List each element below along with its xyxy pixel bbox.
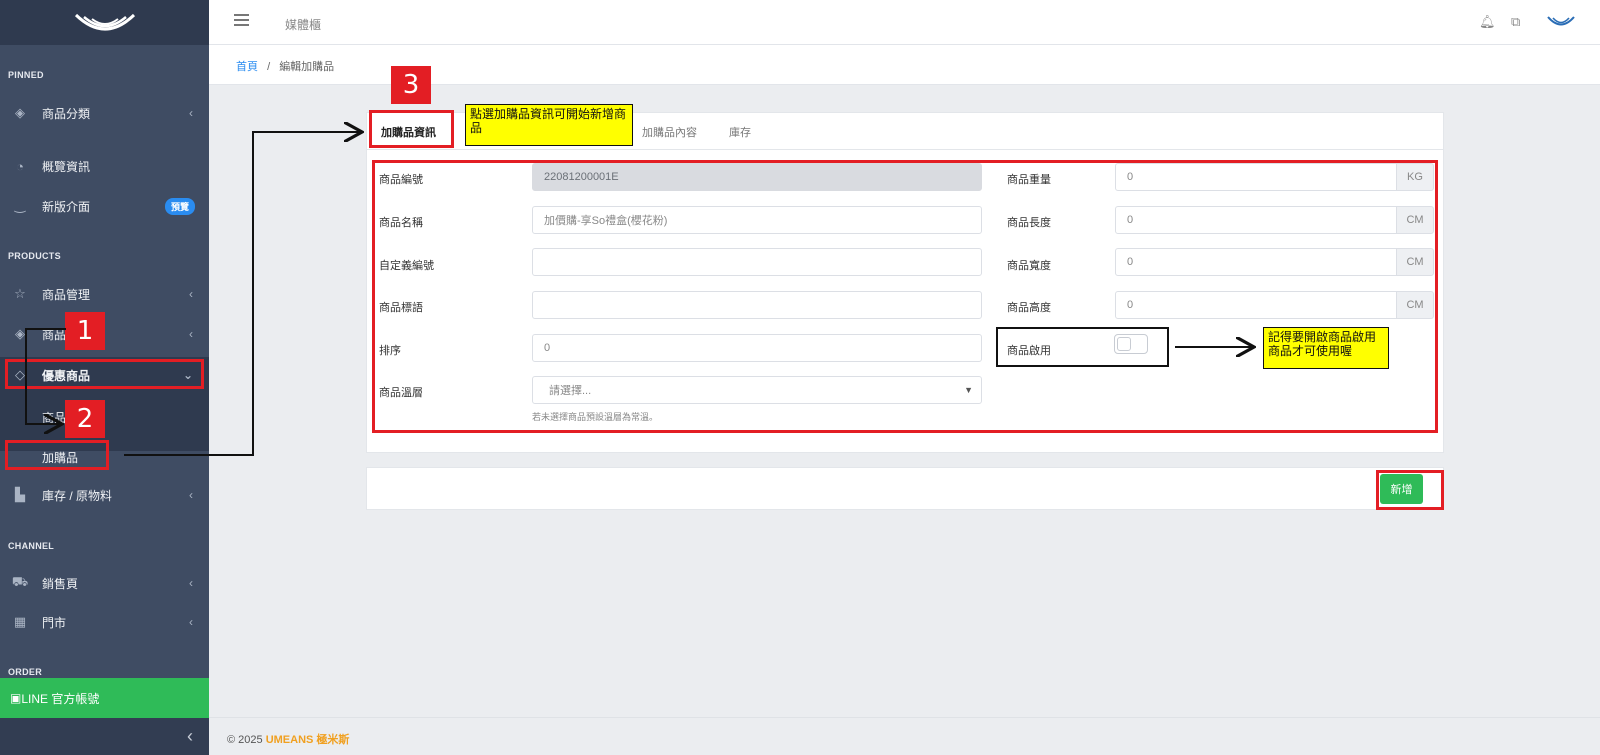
sidebar-item-label: 門市	[42, 615, 67, 630]
dashboard-icon: ◔	[16, 158, 24, 174]
sidebar-item-new-ui[interactable]: ‿ 新版介面 預覽	[0, 189, 209, 223]
tab-stock[interactable]: 庫存	[729, 124, 751, 140]
user-avatar-icon[interactable]	[1546, 14, 1576, 30]
step-2-badge: 2	[65, 400, 105, 438]
chevron-left-icon: ‹	[189, 576, 193, 590]
annotation-box-discount	[5, 359, 204, 389]
note-tab: 點選加購品資訊可開始新增商品	[465, 104, 633, 146]
section-order: ORDER	[8, 667, 43, 677]
note-enable: 記得要開啟商品啟用商品才可使用喔	[1263, 327, 1389, 369]
sidebar-item-label: 商品分類	[42, 106, 91, 121]
sidebar-item-sales-page[interactable]: ⛟ 銷售頁 ‹	[0, 566, 209, 600]
tab-content[interactable]: 加購品內容	[642, 124, 697, 140]
cart-icon: ⛟	[11, 574, 29, 589]
store-icon: ▦	[13, 614, 27, 629]
footer: © 2025 UMEANS 極米斯	[209, 717, 1600, 755]
boxes-icon: ▙	[15, 487, 25, 502]
umeans-small-icon: ‿	[14, 198, 26, 213]
line-icon: ▣	[10, 691, 22, 705]
brand-logo[interactable]	[0, 0, 209, 45]
sidebar-item-label: 概覽資訊	[42, 159, 91, 174]
breadcrumb-separator: /	[267, 61, 271, 73]
section-channel: CHANNEL	[8, 541, 55, 551]
sidebar-item-label: 商品管理	[42, 287, 91, 302]
breadcrumb-current: 編輯加購品	[279, 61, 335, 73]
chevron-left-icon: ‹	[189, 488, 193, 502]
topbar-title[interactable]: 媒體櫃	[285, 16, 321, 33]
sidebar-item-product-mgmt[interactable]: ☆ 商品管理 ‹	[0, 277, 209, 311]
annotation-box-add	[1376, 470, 1444, 510]
topbar: 媒體櫃 🔔︎ ⧉	[209, 0, 1600, 45]
bell-icon[interactable]: 🔔︎	[1479, 14, 1496, 30]
sidebar-item-label: 銷售頁	[42, 576, 79, 591]
annotation-box-form	[372, 160, 1438, 433]
footer-brand-cn[interactable]: 極米斯	[316, 734, 349, 746]
hamburger-menu-icon[interactable]	[234, 14, 249, 26]
chevron-left-icon: ‹	[187, 726, 193, 746]
tab-info-label[interactable]: 加購品資訊	[381, 124, 436, 140]
umeans-logo-icon	[74, 13, 135, 30]
sidebar-item-label: 庫存 / 原物料	[42, 488, 113, 503]
sidebar-item-line[interactable]: ▣ LINE 官方帳號	[0, 678, 209, 718]
sidebar-item-category[interactable]: ◈ 商品分類 ‹	[0, 96, 209, 130]
chevron-left-icon: ‹	[189, 106, 193, 120]
chevron-left-icon: ‹	[189, 327, 193, 341]
section-pinned: PINNED	[8, 70, 44, 80]
sidebar-item-overview[interactable]: ◔ 概覽資訊	[0, 149, 209, 183]
step-1-badge: 1	[65, 312, 105, 350]
layers-icon: ◈	[15, 326, 25, 341]
footer-copyright: © 2025	[227, 734, 263, 746]
star-icon: ☆	[14, 286, 26, 301]
sidebar-item-label: 商品	[42, 327, 67, 342]
sidebar-item-label: 新版介面	[42, 199, 91, 214]
sidebar-subitem-product[interactable]: 商品	[42, 409, 66, 426]
chevron-left-icon: ‹	[189, 287, 193, 301]
sidebar-item-inventory[interactable]: ▙ 庫存 / 原物料 ‹	[0, 478, 209, 512]
annotation-box-addon	[5, 440, 109, 470]
sidebar-item-store[interactable]: ▦ 門市 ‹	[0, 605, 209, 639]
sidebar-collapse-button[interactable]: ‹	[0, 718, 209, 755]
translate-icon[interactable]: ⧉	[1511, 14, 1520, 30]
sidebar-item-label: LINE 官方帳號	[21, 691, 100, 706]
footer-brand[interactable]: UMEANS	[266, 734, 314, 746]
section-products: PRODUCTS	[8, 251, 61, 261]
breadcrumb-home[interactable]: 首頁	[236, 61, 258, 73]
step-3-badge: 3	[391, 66, 431, 104]
action-card	[366, 467, 1444, 510]
chevron-left-icon: ‹	[189, 615, 193, 629]
annotation-box-enable	[996, 327, 1169, 367]
preview-badge: 預覽	[164, 197, 195, 215]
layers-icon: ◈	[15, 105, 25, 120]
